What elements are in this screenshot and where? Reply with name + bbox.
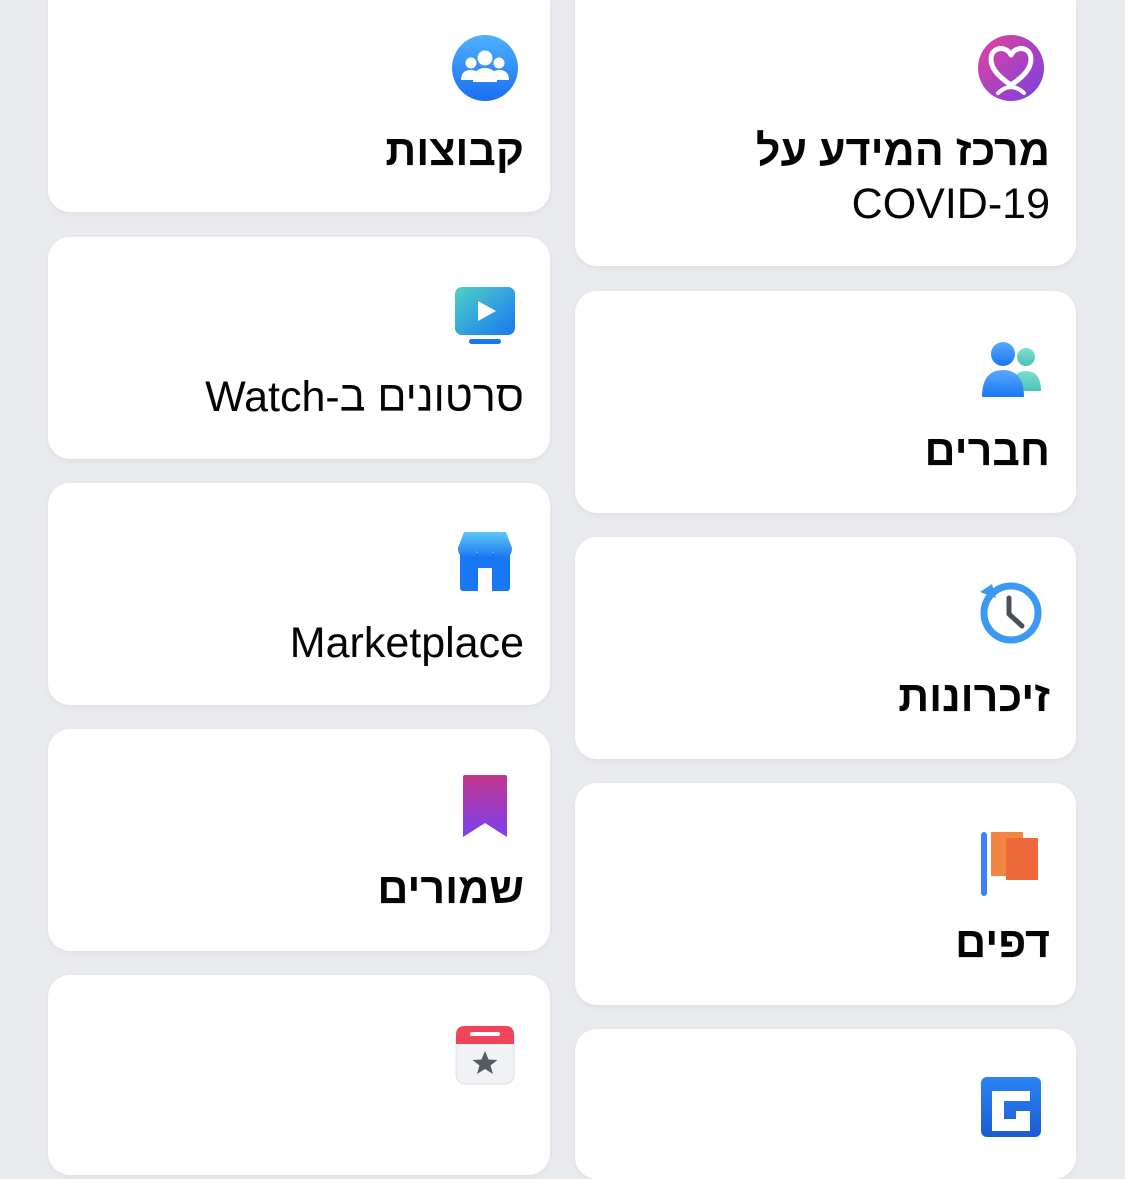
shortcut-card-events[interactable]: [48, 975, 550, 1175]
shortcut-label-pages: דפים: [955, 919, 1050, 967]
shortcut-label-saved: שמורים: [377, 865, 524, 913]
shortcut-card-groups[interactable]: קבוצות: [48, 0, 550, 212]
shortcut-card-pages[interactable]: דפים: [575, 783, 1076, 1005]
events-calendar-icon: [455, 1025, 515, 1085]
shortcut-label-friends: חברים: [924, 427, 1051, 475]
shortcut-card-memories[interactable]: זיכרונות: [575, 537, 1076, 759]
shortcut-label-covid-line2: COVID-19: [851, 180, 1050, 228]
shortcut-card-gaming[interactable]: [575, 1029, 1076, 1179]
shortcut-label-watch: סרטונים ב-Watch: [205, 373, 524, 421]
shortcut-card-saved[interactable]: שמורים: [48, 729, 550, 951]
saved-bookmark-icon: [463, 775, 507, 837]
groups-icon: [452, 35, 518, 101]
shortcut-card-watch[interactable]: סרטונים ב-Watch: [48, 237, 550, 459]
memories-clock-icon: [980, 582, 1042, 644]
shortcut-label-memories: זיכרונות: [898, 673, 1050, 721]
shortcut-card-friends[interactable]: חברים: [575, 291, 1076, 513]
shortcut-label-marketplace: Marketplace: [289, 619, 524, 667]
shortcut-card-covid[interactable]: מרכז המידע על COVID-19: [575, 0, 1076, 266]
watch-video-icon: [455, 287, 515, 344]
pages-flag-icon: [981, 832, 1038, 896]
covid-heart-icon: [978, 35, 1044, 101]
shortcut-card-marketplace[interactable]: Marketplace: [48, 483, 550, 705]
shortcut-label-groups: קבוצות: [385, 127, 524, 175]
friends-icon: [982, 342, 1041, 397]
shortcut-label-covid-line1: מרכז המידע על: [755, 127, 1050, 175]
marketplace-store-icon: [458, 532, 512, 591]
gaming-icon: [981, 1077, 1041, 1137]
